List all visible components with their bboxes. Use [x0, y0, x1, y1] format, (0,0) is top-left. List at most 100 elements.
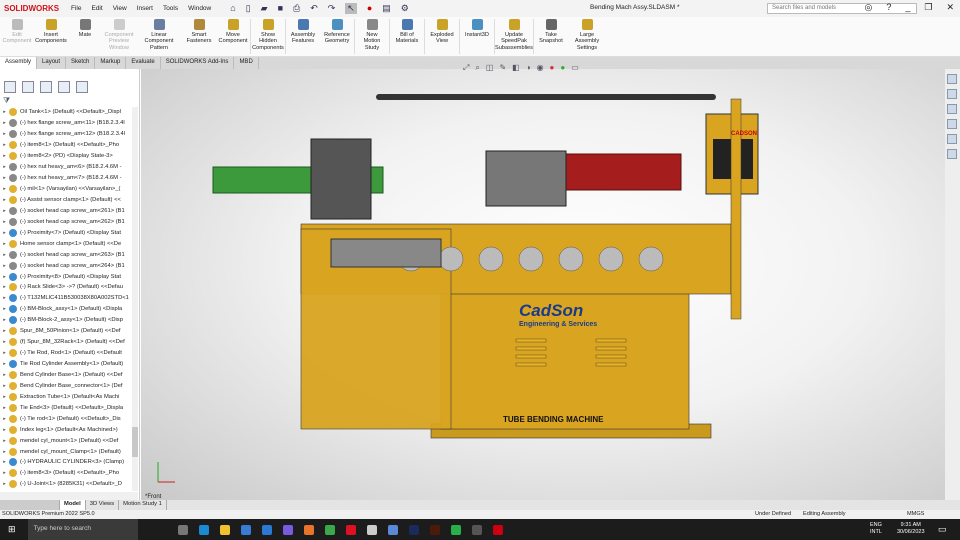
minimize-button[interactable]: _	[905, 2, 910, 13]
ribbon-component-preview-window-button[interactable]: Component Preview Window	[102, 17, 136, 56]
file-explorer-taskbar-icon[interactable]	[219, 524, 230, 535]
tree-item[interactable]: ▸ Bend Cylinder Base_connector<1> (Def	[0, 380, 132, 391]
expand-arrow-icon[interactable]: ▸	[0, 306, 9, 312]
tree-item[interactable]: ▸ Bend Cylinder Base<1> (Default) <<Def	[0, 370, 132, 381]
expand-arrow-icon[interactable]: ▸	[0, 416, 9, 422]
tree-item[interactable]: ▸ (-) BM-Block-2_assy<1> (Default) <Disp	[0, 315, 132, 326]
tree-item[interactable]: ▸ (-) T132MLIC411B530038X80A002STD<1	[0, 293, 132, 304]
tree-item[interactable]: ▸ (-) U-Joint<1> (8285K31) <<Default>_D	[0, 479, 132, 490]
menu-insert[interactable]: Insert	[137, 5, 153, 12]
tree-item[interactable]: ▸ Home sensor clamp<1> (Default) <<De	[0, 238, 132, 249]
ribbon-move-component-button[interactable]: Move Component	[216, 17, 250, 56]
menu-view[interactable]: View	[113, 5, 127, 12]
tree-item[interactable]: ▸ (-) Assist sensor clamp<1> (Default) <<	[0, 195, 132, 206]
mail-icon[interactable]	[261, 524, 272, 535]
tree-item[interactable]: ▸ mendel cyl_mount<1> (Default) <<Def	[0, 435, 132, 446]
tree-item[interactable]: ▸ (-) Proximity<7> (Default) <Display Sta…	[0, 227, 132, 238]
tree-item[interactable]: ▸ Extraction Tube<1> (Default<As Machi	[0, 391, 132, 402]
expand-arrow-icon[interactable]: ▸	[0, 109, 9, 115]
expand-arrow-icon[interactable]: ▸	[0, 427, 9, 433]
ribbon-linear-component-pattern-button[interactable]: Linear Component Pattern	[136, 17, 182, 56]
expand-arrow-icon[interactable]: ▸	[0, 394, 9, 400]
expand-arrow-icon[interactable]: ▸	[0, 449, 9, 455]
tab-evaluate[interactable]: Evaluate	[126, 57, 161, 69]
expand-arrow-icon[interactable]: ▸	[0, 328, 9, 334]
tab-3d-views[interactable]: 3D Views	[86, 500, 120, 510]
expand-arrow-icon[interactable]: ▸	[0, 350, 9, 356]
tree-item[interactable]: ▸ (-) mil<1> (Varsayilan) <<Varsayilan>_(	[0, 184, 132, 195]
opera-icon[interactable]	[345, 524, 356, 535]
custom-properties-icon[interactable]	[947, 149, 957, 159]
user-icon[interactable]: ◎	[864, 2, 872, 13]
firefox-icon[interactable]	[303, 524, 314, 535]
expand-arrow-icon[interactable]: ▸	[0, 186, 9, 192]
tree-item[interactable]: ▸ (-) Proximity<8> (Default) <Display Sta…	[0, 271, 132, 282]
app2-icon[interactable]	[366, 524, 377, 535]
ribbon-take-snapshot-button[interactable]: Take Snapshot	[534, 17, 568, 56]
expand-arrow-icon[interactable]: ▸	[0, 383, 9, 389]
filter-icon[interactable]: ⧩	[3, 96, 10, 106]
solidworks-logo[interactable]: SOLIDWORKS	[4, 4, 66, 13]
ribbon-large-assembly-settings-button[interactable]: Large Assembly Settings	[568, 17, 606, 56]
file-explorer-icon[interactable]	[947, 104, 957, 114]
expand-arrow-icon[interactable]: ▸	[0, 230, 9, 236]
menu-window[interactable]: Window	[188, 5, 211, 12]
expand-arrow-icon[interactable]: ▸	[0, 142, 9, 148]
design-library-icon[interactable]	[947, 89, 957, 99]
windows-start-icon[interactable]: ⊞	[8, 524, 16, 535]
tree-item[interactable]: ▸ Tie End<3> (Default) <<Default>_Displa	[0, 402, 132, 413]
tree-item[interactable]: ▸ (-) Tie Rod, Rod<1> (Default) <<Default	[0, 348, 132, 359]
tree-item[interactable]: ▸ (-) Rack Slide<3> ->? (Default) <<Defau	[0, 282, 132, 293]
expand-arrow-icon[interactable]: ▸	[0, 208, 9, 214]
expand-arrow-icon[interactable]: ▸	[0, 295, 9, 301]
tree-item[interactable]: ▸ (-) hex flange screw_am<11> (B18.2.3.4l	[0, 118, 132, 129]
ribbon-edit-component-button[interactable]: Edit Component	[0, 17, 34, 56]
home-icon[interactable]: ⌂	[230, 3, 235, 14]
tab-markup[interactable]: Markup	[95, 57, 127, 69]
expand-arrow-icon[interactable]: ▸	[0, 339, 9, 345]
expand-arrow-icon[interactable]: ▸	[0, 405, 9, 411]
expand-arrow-icon[interactable]: ▸	[0, 317, 9, 323]
app3-icon[interactable]	[471, 524, 482, 535]
feature-tree-tab-icon[interactable]	[4, 81, 16, 93]
tree-item[interactable]: ▸ (-) socket head cap screw_am<264> (B1	[0, 260, 132, 271]
tree-item[interactable]: ▸ Oil Tank<1> (Default) <<Default>_Displ	[0, 107, 132, 118]
appearances-icon[interactable]	[947, 134, 957, 144]
ribbon-assembly-features-button[interactable]: Assembly Features	[286, 17, 320, 56]
expand-arrow-icon[interactable]: ▸	[0, 459, 9, 465]
task-view-icon[interactable]	[177, 524, 188, 535]
tab-sketch[interactable]: Sketch	[66, 57, 96, 69]
chrome-icon[interactable]	[324, 524, 335, 535]
tab-assembly[interactable]: Assembly	[0, 57, 38, 69]
expand-arrow-icon[interactable]: ▸	[0, 274, 9, 280]
tree-item[interactable]: ▸ (-) hex nut heavy_am<7> (B18.2.4.6M -	[0, 173, 132, 184]
language-indicator[interactable]: ENG INTL	[870, 522, 882, 536]
undo-icon[interactable]: ↶	[310, 3, 318, 14]
resources-icon[interactable]	[947, 74, 957, 84]
expand-arrow-icon[interactable]: ▸	[0, 470, 9, 476]
expand-arrow-icon[interactable]: ▸	[0, 197, 9, 203]
tree-item[interactable]: ▸ (-) HYDRAULIC CYLINDER<3> (Clamp)	[0, 457, 132, 468]
tab-solidworks-add-ins[interactable]: SOLIDWORKS Add-Ins	[161, 57, 235, 69]
menu-tools[interactable]: Tools	[163, 5, 178, 12]
expand-arrow-icon[interactable]: ▸	[0, 284, 9, 290]
units-selector[interactable]: MMGS	[907, 511, 924, 517]
photoshop-icon[interactable]	[408, 524, 419, 535]
tree-item[interactable]: ▸ (-) socket head cap screw_am<261> (B1	[0, 205, 132, 216]
tab-mbd[interactable]: MBD	[234, 57, 259, 69]
expand-arrow-icon[interactable]: ▸	[0, 252, 9, 258]
tab-model[interactable]: Model	[60, 500, 86, 510]
expand-arrow-icon[interactable]: ▸	[0, 164, 9, 170]
redo-icon[interactable]: ↷	[328, 3, 336, 14]
expand-arrow-icon[interactable]: ▸	[0, 131, 9, 137]
expand-arrow-icon[interactable]: ▸	[0, 120, 9, 126]
notifications-icon[interactable]: ▭	[938, 524, 947, 535]
tab-scroll[interactable]	[0, 500, 60, 510]
ribbon-smart-fasteners-button[interactable]: Smart Fasteners	[182, 17, 216, 56]
property-manager-tab-icon[interactable]	[22, 81, 34, 93]
tree-item[interactable]: ▸ Tie Rod Cylinder Assembly<1> (Default)	[0, 359, 132, 370]
expand-arrow-icon[interactable]: ▸	[0, 438, 9, 444]
tree-item[interactable]: ▸ (-) hex flange screw_am<12> (B18.2.3.4l	[0, 129, 132, 140]
taskbar-search-input[interactable]: Type here to search	[27, 519, 138, 540]
display-manager-tab-icon[interactable]	[76, 81, 88, 93]
